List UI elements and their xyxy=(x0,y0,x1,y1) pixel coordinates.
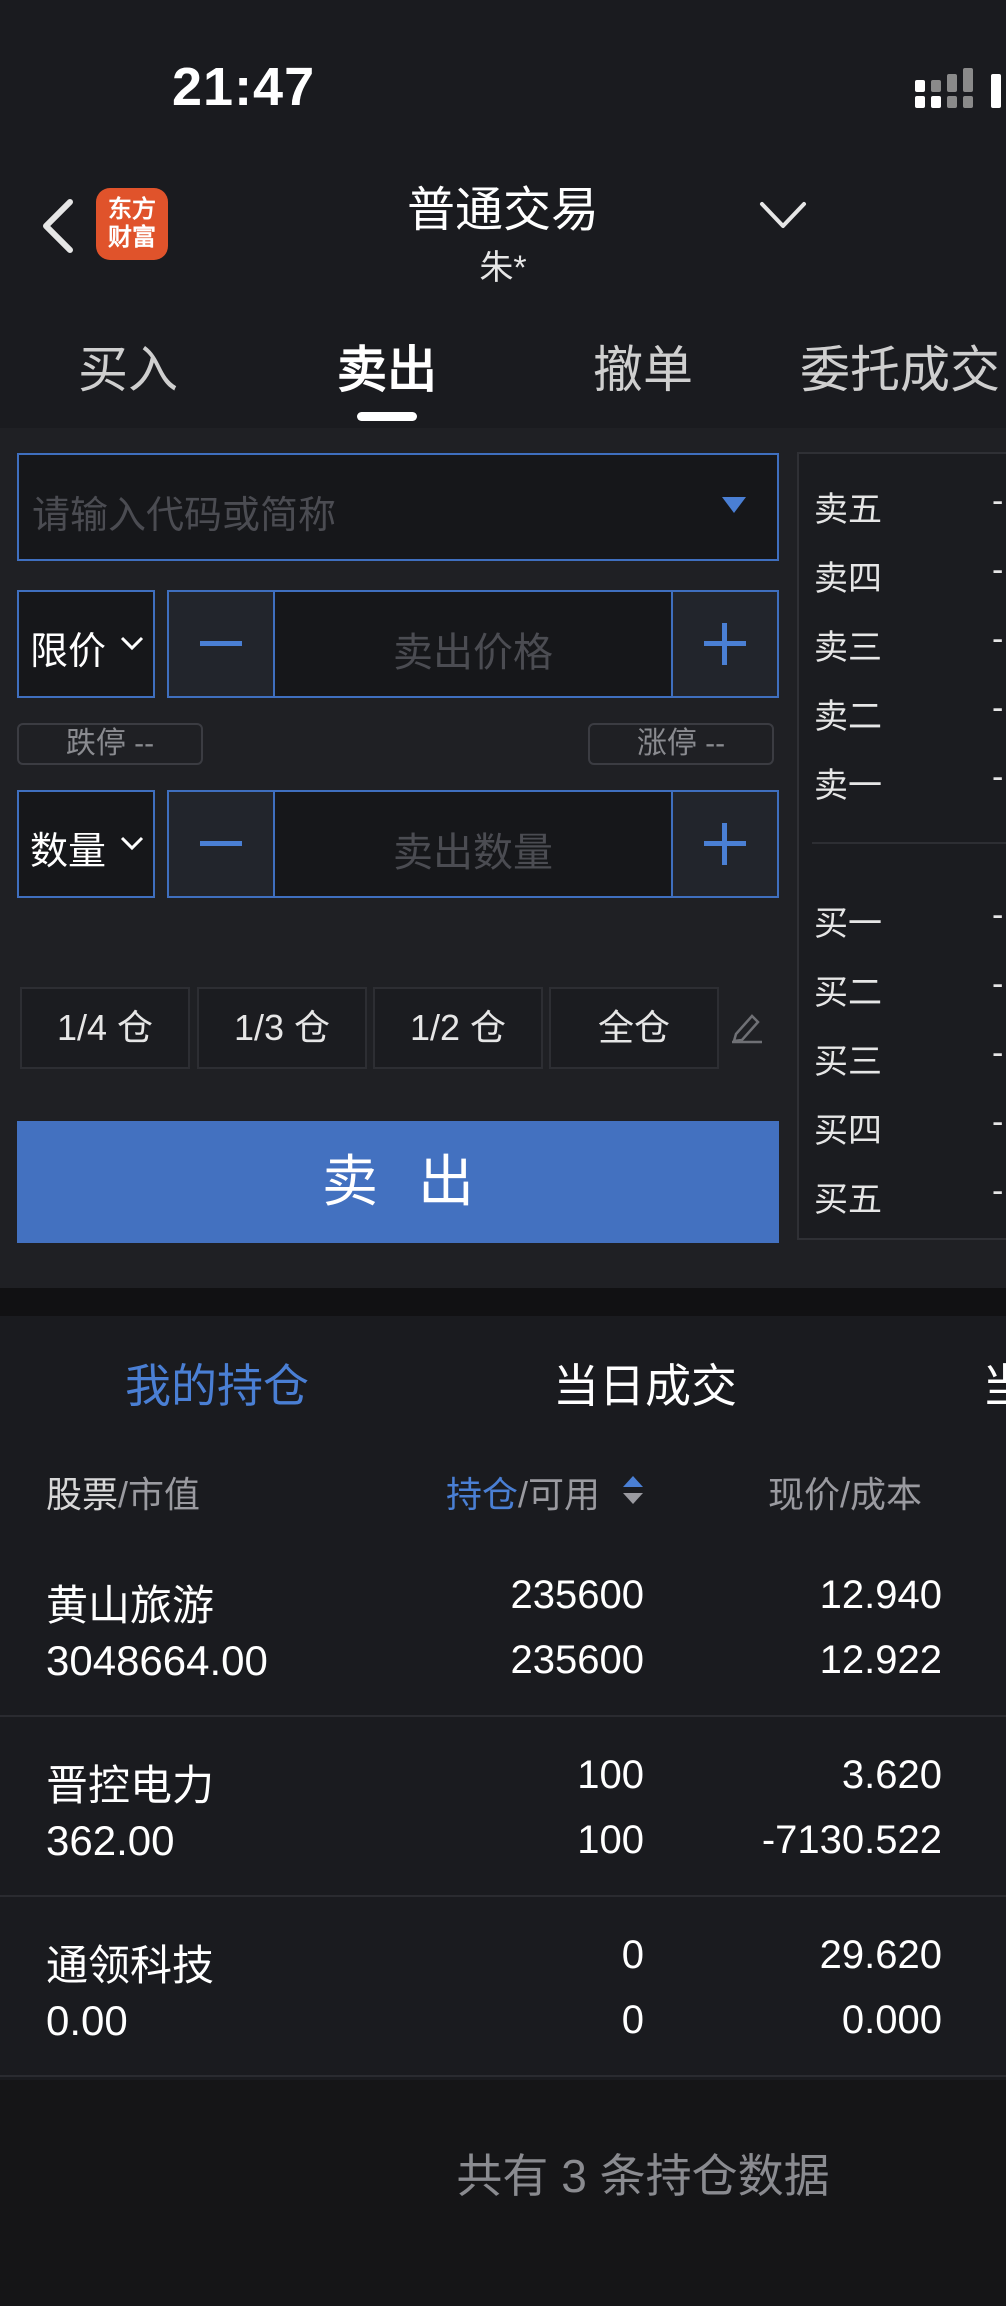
edit-icon[interactable] xyxy=(730,1010,764,1044)
holding-name: 晋控电力 xyxy=(46,1762,215,1809)
bid-2-value: - xyxy=(992,965,1004,1003)
col-header-stock: 股票/市值 xyxy=(46,1474,201,1515)
holding-available: 100 xyxy=(577,1818,644,1862)
minus-icon xyxy=(200,841,242,846)
holding-position: 0 xyxy=(621,1933,644,1977)
ask-3-label: 卖三 xyxy=(814,629,882,667)
holding-position: 235600 xyxy=(510,1573,644,1617)
ask-5-label: 卖五 xyxy=(814,491,882,529)
minus-icon xyxy=(200,641,242,646)
price-placeholder: 卖出价格 xyxy=(393,631,553,675)
holdings-count: 共有 3 条持仓数据 xyxy=(456,2150,830,2202)
half-position-button[interactable]: 1/2 仓 xyxy=(373,987,543,1069)
col-header-position[interactable]: 持仓/可用 xyxy=(446,1466,600,1518)
holding-price: 3.620 xyxy=(841,1753,942,1797)
tab-more[interactable]: 当 xyxy=(982,1350,1006,1416)
price-type-label: 限价 xyxy=(30,631,107,673)
tab-sell[interactable]: 卖出 xyxy=(272,330,502,402)
third-position-button[interactable]: 1/3 仓 xyxy=(197,987,367,1069)
chevron-down-icon[interactable] xyxy=(758,196,808,236)
qty-placeholder: 卖出数量 xyxy=(393,831,553,875)
holding-available: 235600 xyxy=(510,1638,644,1682)
signal-icon xyxy=(915,68,1001,108)
bid-5-value: - xyxy=(992,1172,1004,1210)
col-header-price: 现价/成本 xyxy=(768,1474,923,1515)
holding-name: 黄山旅游 xyxy=(46,1582,215,1629)
stock-code-placeholder: 请输入代码或简称 xyxy=(32,495,337,537)
holding-cost: 0.000 xyxy=(841,1998,942,2042)
holding-price: 29.620 xyxy=(819,1933,942,1977)
holding-market-value: 362.00 xyxy=(46,1817,175,1864)
holding-market-value: 3048664.00 xyxy=(46,1637,268,1684)
page-title[interactable]: 普通交易 xyxy=(0,170,1006,240)
tab-today-deals[interactable]: 当日成交 xyxy=(553,1350,737,1416)
ask-4-label: 卖四 xyxy=(814,560,882,598)
tab-cancel[interactable]: 撤单 xyxy=(528,330,758,402)
tab-orders[interactable]: 委托成交 xyxy=(800,330,1006,402)
limit-down-badge: 跌停 -- xyxy=(17,723,203,765)
tab-buy[interactable]: 买入 xyxy=(13,330,243,402)
bid-3-value: - xyxy=(992,1034,1004,1072)
tab-my-holdings[interactable]: 我的持仓 xyxy=(125,1350,309,1416)
sort-icon[interactable] xyxy=(622,1474,644,1506)
holding-cost: 12.922 xyxy=(819,1638,942,1682)
ask-2-label: 卖二 xyxy=(814,698,882,736)
ask-2-value: - xyxy=(992,689,1004,727)
bid-3-label: 买三 xyxy=(814,1043,882,1081)
quarter-position-button[interactable]: 1/4 仓 xyxy=(20,987,190,1069)
sell-button[interactable]: 卖出 xyxy=(17,1121,779,1243)
ask-3-value: - xyxy=(992,620,1004,658)
chevron-down-icon xyxy=(120,836,144,851)
section-divider xyxy=(0,1288,1006,1316)
ask-1-label: 卖一 xyxy=(814,767,882,805)
bid-4-label: 买四 xyxy=(814,1112,882,1150)
holding-price: 12.940 xyxy=(819,1573,942,1617)
row-divider xyxy=(0,2075,1006,2077)
bid-5-label: 买五 xyxy=(814,1181,882,1219)
plus-icon xyxy=(704,823,746,865)
bid-1-value: - xyxy=(992,896,1004,934)
status-time: 21:47 xyxy=(172,57,316,117)
ask-1-value: - xyxy=(992,758,1004,796)
active-tab-indicator xyxy=(357,412,417,421)
holding-name: 通领科技 xyxy=(46,1942,215,1989)
account-name: 朱* xyxy=(479,249,527,287)
holding-available: 0 xyxy=(621,1998,644,2042)
bid-2-label: 买二 xyxy=(814,974,882,1012)
full-position-button[interactable]: 全仓 xyxy=(549,987,719,1069)
qty-type-label: 数量 xyxy=(30,831,107,873)
plus-icon xyxy=(704,623,746,665)
ask-5-value: - xyxy=(992,482,1004,520)
chevron-down-icon xyxy=(120,636,144,651)
order-book-divider xyxy=(812,842,1006,844)
ask-4-value: - xyxy=(992,551,1004,589)
holding-market-value: 0.00 xyxy=(46,1997,128,2044)
holding-cost: -7130.522 xyxy=(761,1818,942,1862)
caret-down-icon[interactable] xyxy=(722,497,746,513)
limit-up-badge: 涨停 -- xyxy=(588,723,774,765)
bid-4-value: - xyxy=(992,1103,1004,1141)
bid-1-label: 买一 xyxy=(814,905,882,943)
holding-position: 100 xyxy=(577,1753,644,1797)
